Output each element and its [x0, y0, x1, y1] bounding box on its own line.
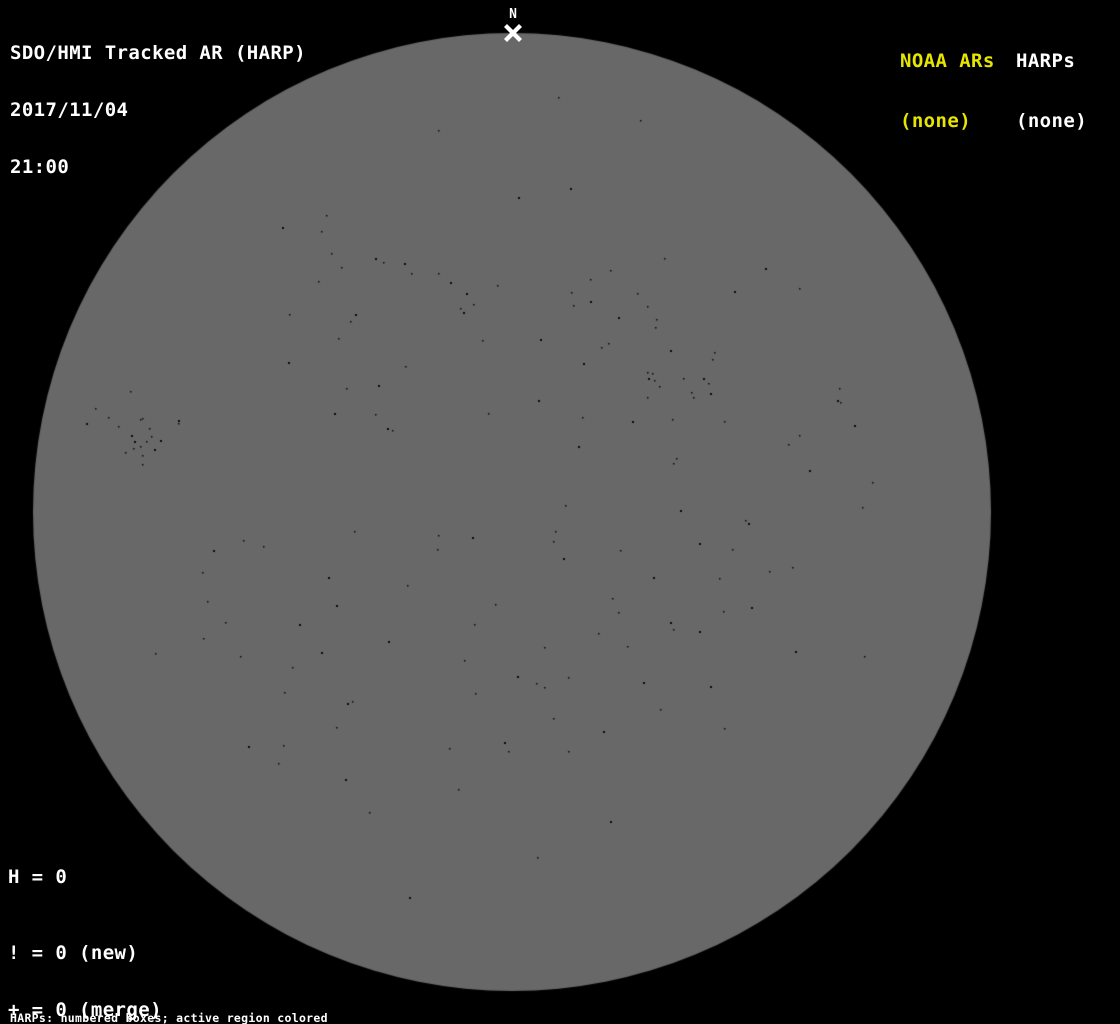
observation-date: 2017/11/04	[10, 99, 129, 121]
harps-title: HARPs	[1016, 50, 1076, 72]
footer-harps-note: HARPs: numbered boxes; active region col…	[10, 1011, 328, 1024]
harps-value: (none)	[1016, 110, 1088, 132]
page-title: SDO/HMI Tracked AR (HARP)	[10, 42, 306, 64]
noaa-ars-title: NOAA ARs	[900, 50, 995, 72]
legend-item-new: ! = 0 (new)	[8, 942, 139, 964]
harp-count: H = 0	[8, 866, 68, 888]
noaa-ars-value: (none)	[900, 110, 972, 132]
footer-caption: HARPs: numbered boxes; active region col…	[10, 990, 429, 1024]
header: SDO/HMI Tracked AR (HARP) 2017/11/04 21:…	[10, 6, 306, 215]
north-label: N	[509, 7, 517, 22]
harps-panel: HARPs (none)	[1016, 11, 1087, 171]
north-pole-cross-icon	[504, 24, 522, 42]
noaa-ars-panel: NOAA ARs (none)	[900, 11, 995, 171]
solar-tracking-viewport: SDO/HMI Tracked AR (HARP) 2017/11/04 21:…	[0, 0, 1120, 1024]
observation-time: 21:00	[10, 156, 70, 178]
